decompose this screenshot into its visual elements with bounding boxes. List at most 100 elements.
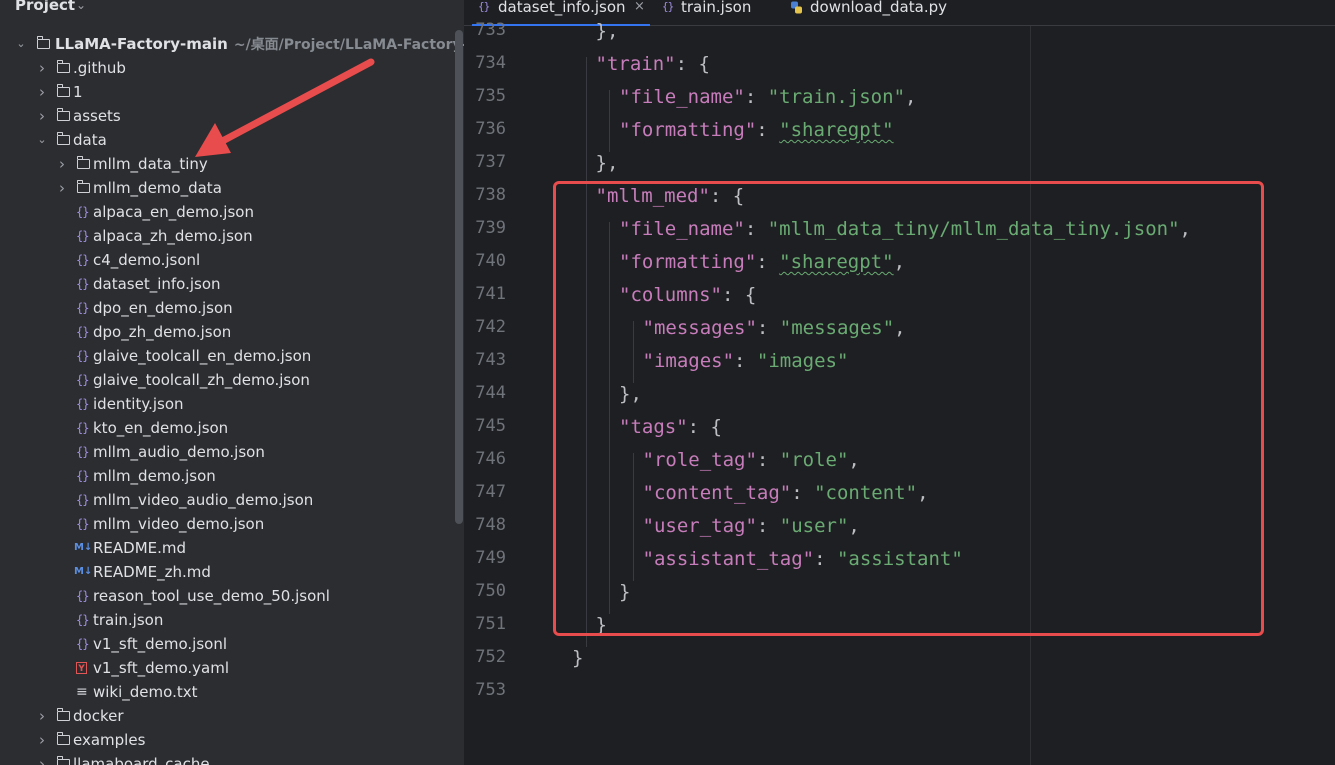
tree-item-label: assets [73,107,121,125]
chevron-down-icon[interactable]: ⌄ [76,0,86,12]
chevron-right-icon[interactable]: › [36,104,48,128]
tree-file[interactable]: {} dataset_info.json [0,272,464,296]
tree-file[interactable]: {} dpo_en_demo.json [0,296,464,320]
tree-item-label: train.json [93,611,164,629]
json-file-icon: {} [76,637,89,651]
line-number: 733 [475,20,506,40]
tree-file[interactable]: {} reason_tool_use_demo_50.jsonl [0,584,464,608]
tree-file[interactable]: {} mllm_video_audio_demo.json [0,488,464,512]
chevron-right-icon[interactable]: › [36,752,48,765]
line-number: 750 [475,581,506,601]
root-folder-name: LLaMA-Factory-main [55,35,228,53]
json-file-icon: {} [76,445,89,459]
tree-item-label: glaive_toolcall_en_demo.json [93,347,312,365]
close-icon[interactable]: × [634,0,645,15]
chevron-down-icon[interactable]: ⌄ [36,128,48,152]
tree-file[interactable]: {} mllm_audio_demo.json [0,440,464,464]
chevron-down-icon[interactable]: ⌄ [15,32,27,56]
line-number: 752 [475,647,506,667]
tree-item-label: README_zh.md [93,563,211,581]
tree-file[interactable]: {} v1_sft_demo.jsonl [0,632,464,656]
tree-item-label: dpo_en_demo.json [93,299,233,317]
tree-file[interactable]: {} glaive_toolcall_en_demo.json [0,344,464,368]
folder-icon [56,108,70,121]
tree-folder[interactable]: › examples [0,728,464,752]
json-key: "train" [595,53,676,75]
tree-file[interactable]: {} alpaca_en_demo.json [0,200,464,224]
json-file-icon: {} [76,517,89,531]
json-file-icon: {} [662,0,674,13]
json-file-icon: {} [76,421,89,435]
tab-train[interactable]: {} train.json [660,0,770,26]
tree-folder[interactable]: › docker [0,704,464,728]
chevron-right-icon[interactable]: › [36,728,48,752]
tree-item-label: data [73,131,107,149]
json-key: "file_name" [619,86,745,108]
chevron-right-icon[interactable]: › [56,152,68,176]
tree-item-label: v1_sft_demo.yaml [93,659,230,677]
line-number: 742 [475,317,506,337]
json-file-icon: {} [76,205,89,219]
tree-folder[interactable]: › llamaboard_cache [0,752,464,765]
json-file-icon: {} [76,349,89,363]
tree-item-label: docker [73,707,124,725]
code-line: } [572,647,583,669]
tree-item-label: alpaca_en_demo.json [93,203,254,221]
tree-file[interactable]: ≡ wiki_demo.txt [0,680,464,704]
tree-file[interactable]: M↓ README.md [0,536,464,560]
folder-icon [56,732,70,745]
line-number: 741 [475,284,506,304]
annotation-arrow-icon [195,58,375,157]
tree-file[interactable]: {} identity.json [0,392,464,416]
json-punctuation: : { [675,53,710,75]
json-file-icon: {} [76,253,89,267]
tree-root[interactable]: ⌄ LLaMA-Factory-main ~/桌面/Project/LLaMA-F… [0,32,464,56]
project-panel: Project ⌄ ⌄ LLaMA-Factory-main ~/桌面/Proje… [0,0,464,765]
yaml-file-icon: Y [76,662,87,674]
tab-label: train.json [681,0,752,16]
tree-folder[interactable]: › mllm_demo_data [0,176,464,200]
tree-file[interactable]: {} alpaca_zh_demo.json [0,224,464,248]
line-number: 746 [475,449,506,469]
tree-file[interactable]: {} mllm_video_demo.json [0,512,464,536]
json-file-icon: {} [76,493,89,507]
tab-download-data[interactable]: download_data.py [788,0,958,26]
tree-file[interactable]: Yv1_sft_demo.yaml [0,656,464,680]
folder-icon [56,60,70,73]
chevron-right-icon[interactable]: › [56,176,68,200]
root-path-hint: ~/桌面/Project/LLaMA-Factory-main [233,37,464,53]
json-file-icon: {} [76,613,89,627]
chevron-right-icon[interactable]: › [36,80,48,104]
tree-file[interactable]: {} dpo_zh_demo.json [0,320,464,344]
tree-item-label: README.md [93,539,187,557]
line-number: 748 [475,515,506,535]
line-number: 745 [475,416,506,436]
line-number: 747 [475,482,506,502]
line-number: 743 [475,350,506,370]
tree-file[interactable]: {} kto_en_demo.json [0,416,464,440]
markdown-file-icon: M↓ [74,542,93,553]
json-file-icon: {} [76,397,89,411]
tree-file[interactable]: M↓ README_zh.md [0,560,464,584]
json-string: "sharegpt" [779,119,894,141]
code-line: "train": { [596,53,710,75]
tree-file[interactable]: {} glaive_toolcall_zh_demo.json [0,368,464,392]
json-punctuation: }, [595,152,619,174]
tree-file[interactable]: {} mllm_demo.json [0,464,464,488]
project-title[interactable]: Project [15,0,75,14]
line-number: 736 [475,119,506,139]
tree-file[interactable]: {} train.json [0,608,464,632]
tree-item-label: dpo_zh_demo.json [93,323,232,341]
json-string: "train.json" [767,86,906,108]
chevron-right-icon[interactable]: › [36,704,48,728]
line-number: 744 [475,383,506,403]
project-header[interactable]: Project ⌄ [0,0,464,26]
panel-scrollbar[interactable] [455,30,463,524]
line-number: 735 [475,86,506,106]
tree-file[interactable]: {} c4_demo.jsonl [0,248,464,272]
markdown-file-icon: M↓ [74,566,93,577]
json-file-icon: {} [76,373,89,387]
chevron-right-icon[interactable]: › [36,56,48,80]
highlight-box [553,181,1264,636]
ide-window: Project ⌄ ⌄ LLaMA-Factory-main ~/桌面/Proje… [0,0,1335,765]
